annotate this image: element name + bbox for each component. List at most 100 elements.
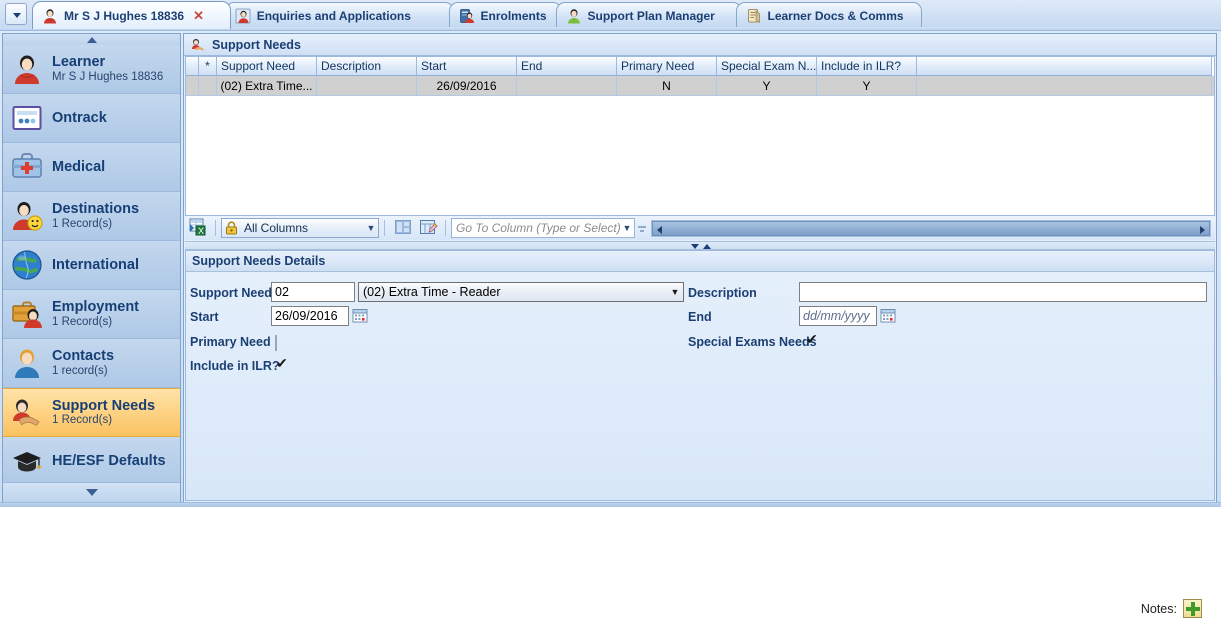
table-cell[interactable] — [199, 76, 217, 96]
grid-column-header[interactable]: End — [517, 57, 617, 76]
start-date-input[interactable]: 26/09/2016 — [271, 306, 349, 326]
sidebar-item-ontrack[interactable]: Ontrack — [3, 94, 180, 143]
tab-support-plan-manager[interactable]: Support Plan Manager — [555, 2, 742, 28]
sidebar-item-title: International — [52, 256, 140, 273]
pane-header: Support Needs — [184, 34, 1216, 56]
contacts-icon — [11, 347, 43, 379]
table-cell[interactable]: (02) Extra Time... — [217, 76, 317, 96]
special-exams-checkbox[interactable] — [806, 335, 808, 351]
grid-column-header[interactable] — [186, 57, 199, 76]
grid-column-header[interactable]: Primary Need — [617, 57, 717, 76]
table-cell[interactable] — [917, 76, 1212, 96]
scroll-right-arrow-icon[interactable] — [1200, 225, 1205, 234]
sidebar-item-contacts[interactable]: Contacts 1 record(s) — [3, 339, 180, 388]
grid-layout-icon[interactable] — [393, 218, 415, 238]
scrollbar-thumb[interactable] — [652, 220, 1210, 236]
grid-horizontal-scrollbar[interactable] — [651, 219, 1211, 237]
table-cell[interactable]: 26/09/2016 — [417, 76, 517, 96]
medical-bag-icon — [11, 151, 43, 183]
person-card-icon — [235, 8, 251, 24]
start-label: Start — [190, 310, 219, 324]
tab-label: Mr S J Hughes 18836 — [64, 8, 185, 23]
chevron-down-icon: ▼ — [670, 287, 680, 297]
tab-learner-docs-comms[interactable]: Learner Docs & Comms — [735, 2, 922, 28]
svg-text:X: X — [198, 226, 204, 236]
sidebar-item-learner[interactable]: Learner Mr S J Hughes 18836 — [3, 45, 180, 94]
sidebar-scroll-down[interactable] — [3, 482, 180, 502]
sidebar-item-subtitle: 1 Record(s) — [52, 315, 113, 328]
sidebar-item-subtitle: 1 record(s) — [52, 364, 108, 377]
notes-row: Notes: — [1141, 599, 1202, 618]
sidebar-item-subtitle: 1 Record(s) — [52, 414, 113, 427]
table-cell[interactable] — [517, 76, 617, 96]
start-calendar-icon[interactable] — [352, 308, 368, 324]
primary-need-label: Primary Need — [190, 335, 271, 349]
end-date-input[interactable]: dd/mm/yyyy — [799, 306, 877, 326]
grid-edit-layout-icon[interactable] — [418, 218, 440, 238]
tab-enrolments[interactable]: Enrolments — [448, 2, 562, 28]
description-input[interactable] — [799, 282, 1207, 302]
details-title: Support Needs Details — [192, 254, 326, 268]
enrolment-icon — [459, 8, 475, 24]
person-icon — [11, 53, 43, 85]
sidebar-item-he-esf-defaults[interactable]: HE/ESF Defaults — [3, 437, 180, 483]
support-need-select[interactable]: (02) Extra Time - Reader ▼ — [358, 282, 684, 302]
add-note-plus-icon[interactable] — [1183, 599, 1202, 618]
sidebar-item-subtitle: 1 Record(s) — [52, 217, 113, 230]
grid-column-header[interactable]: Support Need — [217, 57, 317, 76]
grid-column-header[interactable] — [917, 57, 1212, 76]
support-need-code-input[interactable]: 02 — [271, 282, 355, 302]
grid-column-header[interactable]: Special Exam N... — [717, 57, 817, 76]
triangle-up-icon[interactable] — [691, 244, 699, 249]
size-grip-icon[interactable] — [635, 217, 649, 239]
employment-icon — [11, 298, 43, 330]
support-need-code-value: 02 — [275, 285, 289, 299]
scroll-left-arrow-icon[interactable] — [657, 225, 662, 234]
columns-filter-combo[interactable]: All Columns ▼ — [221, 218, 379, 238]
grid-rows: (02) Extra Time... 26/09/2016 N Y Y — [186, 76, 1214, 96]
sidebar-item-destinations[interactable]: Destinations 1 Record(s) — [3, 192, 180, 241]
primary-need-checkbox[interactable] — [275, 335, 277, 351]
table-cell[interactable] — [186, 76, 199, 96]
support-needs-details-panel: Support Needs Details Support Need 02 (0… — [185, 250, 1215, 618]
table-row[interactable]: (02) Extra Time... 26/09/2016 N Y Y — [186, 76, 1214, 96]
table-cell[interactable]: Y — [717, 76, 817, 96]
grid-empty-area — [186, 96, 1214, 214]
export-to-excel-icon[interactable]: X — [188, 218, 210, 238]
tab-enquiries-and-applications[interactable]: Enquiries and Applications — [224, 2, 455, 28]
grid-header-row: * Support Need Description Start End Primary … — [186, 57, 1214, 76]
sidebar-item-title: HE/ESF Defaults — [52, 452, 166, 469]
grid-column-header[interactable]: * — [199, 57, 217, 76]
sidebar-item-title: Medical — [52, 158, 106, 175]
sidebar-item-title: Ontrack — [52, 109, 107, 126]
globe-icon — [11, 249, 43, 281]
sidebar-item-international[interactable]: International — [3, 241, 180, 290]
sidebar-item-medical[interactable]: Medical — [3, 143, 180, 192]
tab-mr-s-j-hughes-18836[interactable]: Mr S J Hughes 18836 ✕ — [32, 1, 231, 29]
support-needs-pane: Support Needs * Support Need Description St… — [183, 33, 1217, 618]
go-to-column-input[interactable]: Go To Column (Type or Select) ▼ — [451, 218, 635, 238]
sidebar-item-support-needs[interactable]: Support Needs 1 Record(s) — [3, 388, 180, 437]
grid-column-header[interactable]: Start — [417, 57, 517, 76]
support-needs-icon — [190, 37, 206, 53]
table-cell[interactable] — [317, 76, 417, 96]
table-cell[interactable]: N — [617, 76, 717, 96]
include-in-ilr-checkbox[interactable] — [276, 359, 278, 375]
navigation-sidebar: Learner Mr S J Hughes 18836 Ontrack Medical… — [2, 33, 181, 503]
grid-column-header[interactable]: Include in ILR? — [817, 57, 917, 76]
sidebar-item-employment[interactable]: Employment 1 Record(s) — [3, 290, 180, 339]
triangle-down-icon[interactable] — [703, 244, 711, 249]
support-need-selected-value: (02) Extra Time - Reader — [363, 285, 501, 299]
end-calendar-icon[interactable] — [880, 308, 896, 324]
grid-column-header[interactable]: Description — [317, 57, 417, 76]
columns-filter-value: All Columns — [244, 221, 309, 235]
support-needs-grid: * Support Need Description Start End Primary … — [185, 56, 1215, 216]
pane-splitter[interactable] — [185, 241, 1215, 250]
tab-list-dropdown-button[interactable] — [5, 3, 27, 25]
table-cell[interactable]: Y — [817, 76, 917, 96]
chevron-down-icon[interactable]: ▼ — [620, 223, 634, 233]
details-header: Support Needs Details — [186, 251, 1214, 272]
toolbar-separator — [215, 220, 216, 236]
support-plan-icon — [566, 8, 582, 24]
close-icon[interactable]: ✕ — [193, 9, 204, 22]
